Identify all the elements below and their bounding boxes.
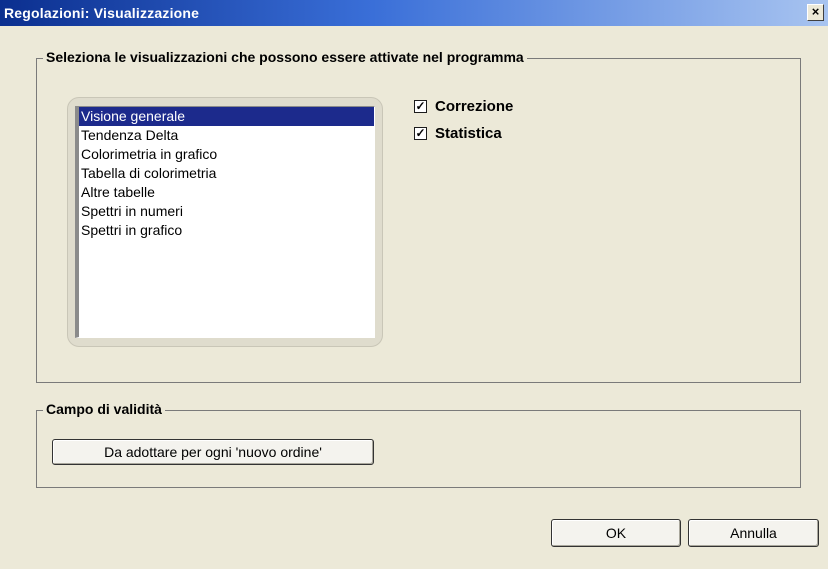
statistica-label: Statistica bbox=[435, 124, 502, 142]
checkbox-row-correzione[interactable]: ✓ Correzione bbox=[414, 97, 513, 115]
correzione-label: Correzione bbox=[435, 97, 514, 115]
correzione-checkbox[interactable]: ✓ bbox=[414, 99, 427, 113]
checkbox-row-statistica[interactable]: ✓ Statistica bbox=[414, 124, 502, 142]
list-item[interactable]: Visione generale bbox=[79, 107, 374, 126]
ok-button[interactable]: OK bbox=[551, 519, 681, 547]
list-item[interactable]: Colorimetria in grafico bbox=[79, 145, 374, 164]
window-title: Regolazioni: Visualizzazione bbox=[4, 5, 200, 21]
close-button[interactable]: × bbox=[807, 4, 824, 21]
list-item[interactable]: Spettri in numeri bbox=[79, 202, 374, 221]
views-list-frame: Visione generale Tendenza Delta Colorime… bbox=[67, 97, 383, 347]
scope-group: Campo di validità Da adottare per ogni '… bbox=[36, 401, 801, 488]
statistica-checkbox[interactable]: ✓ bbox=[414, 126, 427, 140]
views-group-legend: Seleziona le visualizzazioni che possono… bbox=[43, 49, 527, 65]
apply-new-order-button[interactable]: Da adottare per ogni 'nuovo ordine' bbox=[52, 439, 374, 465]
scope-group-legend: Campo di validità bbox=[43, 401, 165, 417]
list-item[interactable]: Altre tabelle bbox=[79, 183, 374, 202]
views-listbox[interactable]: Visione generale Tendenza Delta Colorime… bbox=[75, 106, 375, 338]
cancel-button[interactable]: Annulla bbox=[688, 519, 819, 547]
title-bar: Regolazioni: Visualizzazione × bbox=[0, 0, 828, 26]
list-item[interactable]: Spettri in grafico bbox=[79, 221, 374, 240]
list-item[interactable]: Tabella di colorimetria bbox=[79, 164, 374, 183]
views-group: Seleziona le visualizzazioni che possono… bbox=[36, 49, 801, 383]
list-item[interactable]: Tendenza Delta bbox=[79, 126, 374, 145]
